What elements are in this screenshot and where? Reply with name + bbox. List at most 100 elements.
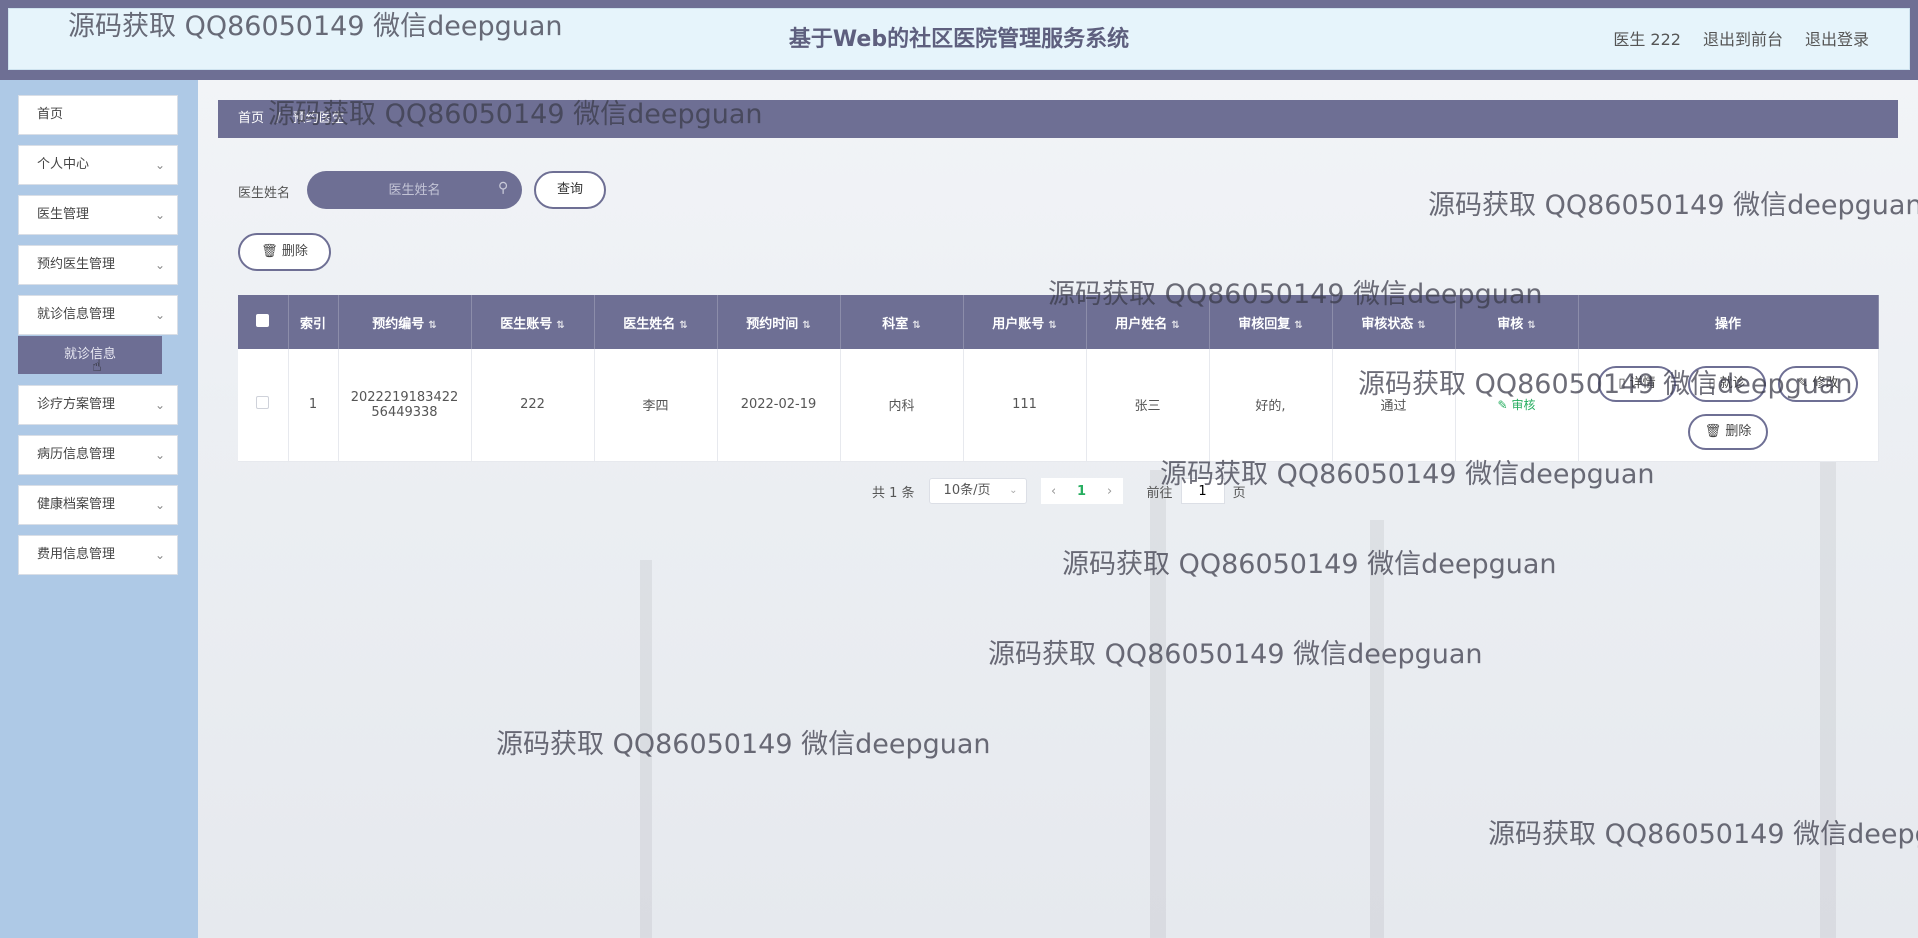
audit-link[interactable]: ✎ 审核 (1498, 398, 1536, 412)
goto-page-input[interactable] (1180, 478, 1225, 504)
sidebar-item-home[interactable]: 首页 (18, 95, 178, 135)
cell-doctor-name: 李四 (594, 349, 718, 462)
cell-audit-status: 通过 (1332, 349, 1456, 462)
logout-link[interactable]: 退出登录 (1805, 9, 1869, 71)
doctor-name-search-input[interactable] (307, 171, 522, 209)
sidebar-item-treatment-plan[interactable]: 诊疗方案管理 ⌄ (18, 385, 178, 425)
row-checkbox[interactable] (256, 396, 270, 410)
sidebar-item-medical-records[interactable]: 病历信息管理 ⌄ (18, 435, 178, 475)
sidebar-item-label: 费用信息管理 (37, 547, 116, 562)
chevron-down-icon: ⌄ (154, 208, 165, 222)
breadcrumb-home[interactable]: 首页 (238, 111, 264, 126)
sidebar-item-health-records[interactable]: 健康档案管理 ⌄ (18, 485, 178, 525)
goto-suffix: 页 (1232, 485, 1246, 501)
cell-doctor-account: 222 (471, 349, 595, 462)
sort-icon[interactable]: ⇅ (1294, 320, 1302, 331)
chevron-down-icon: ⌄ (154, 158, 165, 172)
submenu-item-visit-info[interactable]: 就诊信息 (18, 336, 162, 374)
sidebar-item-doctor-management[interactable]: 医生管理 ⌄ (18, 195, 178, 235)
cell-audit-action: ✎ 审核 (1455, 349, 1579, 462)
search-label: 医生姓名 (238, 186, 291, 201)
sort-icon[interactable]: ⇅ (1048, 320, 1056, 331)
watermark-text: 源码获取 QQ86050149 微信deepguan (496, 729, 991, 760)
next-page-icon[interactable]: › (1097, 484, 1123, 499)
row-delete-button[interactable]: 🗑 删除 (1688, 414, 1768, 450)
watermark-text: 源码获取 QQ86050149 微信deepguan (1062, 549, 1557, 580)
chevron-down-icon: ⌄ (154, 548, 165, 562)
sort-icon[interactable]: ⇅ (1527, 320, 1535, 331)
sidebar-item-label: 个人中心 (37, 157, 90, 172)
edit-button[interactable]: ✎ 修改 (1778, 366, 1858, 402)
pager: ‹ 1 › (1040, 478, 1123, 504)
cell-index: 1 (288, 349, 339, 462)
row-select-cell[interactable] (238, 349, 289, 462)
current-user-label: 医生 222 (1613, 30, 1681, 49)
cell-audit-reply: 好的, (1209, 349, 1333, 462)
chevron-down-icon: ⌄ (154, 308, 165, 322)
sidebar-item-label: 健康档案管理 (37, 497, 116, 512)
header-links: 医生 222 退出到前台 退出登录 (1613, 9, 1869, 71)
sidebar: 首页 个人中心 ⌄ 医生管理 ⌄ 预约医生管理 ⌄ 就诊信息管理 ⌄ 就诊信息 … (0, 80, 198, 938)
sort-icon[interactable]: ⇅ (556, 320, 564, 331)
column-header[interactable]: 审核状态 ⇅ (1332, 295, 1456, 349)
breadcrumb-current: 预约医生 (292, 111, 345, 126)
select-all-checkbox[interactable] (256, 313, 270, 327)
chevron-down-icon: ⌄ (154, 258, 165, 272)
cell-user-account: 111 (963, 349, 1087, 462)
batch-delete-label: 删除 (281, 244, 308, 259)
cell-booking-no: 2022219183422 56449338 (338, 349, 472, 462)
breadcrumb: 首页 / 预约医生 (218, 100, 1898, 138)
sidebar-item-label: 病历信息管理 (37, 447, 116, 462)
column-header[interactable]: 预约编号 ⇅ (338, 295, 472, 349)
sort-icon[interactable]: ⇅ (428, 320, 436, 331)
document-icon: ▯ (1618, 376, 1626, 391)
sort-icon[interactable]: ⇅ (1417, 320, 1425, 331)
edit-icon: ✎ (1497, 398, 1508, 413)
sort-icon[interactable]: ⇅ (802, 320, 810, 331)
sidebar-item-visit-management[interactable]: 就诊信息管理 ⌄ (18, 295, 178, 335)
trash-icon: 🗑 (1704, 424, 1722, 439)
watermark-text: 源码获取 QQ86050149 微信deepguan (988, 639, 1483, 670)
sidebar-item-personal-center[interactable]: 个人中心 ⌄ (18, 145, 178, 185)
page-number[interactable]: 1 (1067, 484, 1097, 499)
column-header[interactable]: 医生账号 ⇅ (471, 295, 595, 349)
column-header: 操作 (1578, 295, 1879, 349)
select-all-cell[interactable] (238, 295, 289, 349)
column-header[interactable]: 用户账号 ⇅ (963, 295, 1087, 349)
column-header: 索引 (288, 295, 339, 349)
watermark-text: 源码获取 QQ86050149 微信deepguan (1428, 190, 1918, 221)
cell-department: 内科 (840, 349, 964, 462)
pagination: 共 1 条 10条/页⌄ ‹ 1 › 前往 页 (872, 478, 1246, 504)
trash-icon: 🗑 (261, 244, 278, 259)
visit-button[interactable]: ▯ 就诊 (1688, 366, 1766, 402)
sort-icon[interactable]: ⇅ (679, 320, 687, 331)
column-header[interactable]: 审核 ⇅ (1455, 295, 1579, 349)
sidebar-item-label: 医生管理 (37, 207, 90, 222)
chevron-down-icon: ⌄ (154, 398, 165, 412)
column-header[interactable]: 用户姓名 ⇅ (1086, 295, 1210, 349)
sort-icon[interactable]: ⇅ (912, 320, 920, 331)
edit-icon: ✎ (1797, 376, 1809, 391)
column-header[interactable]: 审核回复 ⇅ (1209, 295, 1333, 349)
cell-user-name: 张三 (1086, 349, 1210, 462)
cell-booking-time: 2022-02-19 (717, 349, 841, 462)
detail-button[interactable]: ▯ 详情 (1598, 366, 1676, 402)
prev-page-icon[interactable]: ‹ (1041, 484, 1067, 499)
sidebar-item-booking-management[interactable]: 预约医生管理 ⌄ (18, 245, 178, 285)
sidebar-item-label: 首页 (37, 107, 64, 122)
sidebar-item-label: 就诊信息管理 (37, 307, 116, 322)
page-size-select[interactable]: 10条/页 ⌄ (928, 478, 1027, 504)
batch-delete-button[interactable]: 🗑 删除 (238, 233, 331, 271)
query-button[interactable]: 查询 (534, 171, 606, 209)
goto-page: 前往 页 (1147, 478, 1246, 504)
column-header[interactable]: 医生姓名 ⇅ (594, 295, 718, 349)
sidebar-item-fee-management[interactable]: 费用信息管理 ⌄ (18, 535, 178, 575)
total-count: 共 1 条 (872, 485, 915, 501)
back-to-frontend-link[interactable]: 退出到前台 (1703, 9, 1783, 71)
column-header[interactable]: 预约时间 ⇅ (717, 295, 841, 349)
sort-icon[interactable]: ⇅ (1171, 320, 1179, 331)
mouse-cursor-icon: ☝ (92, 356, 102, 375)
column-header[interactable]: 科室 ⇅ (840, 295, 964, 349)
header-panel: 基于Web的社区医院管理服务系统 医生 222 退出到前台 退出登录 (8, 8, 1910, 70)
watermark-text: 源码获取 QQ86050149 微信deepguan (1488, 819, 1918, 850)
